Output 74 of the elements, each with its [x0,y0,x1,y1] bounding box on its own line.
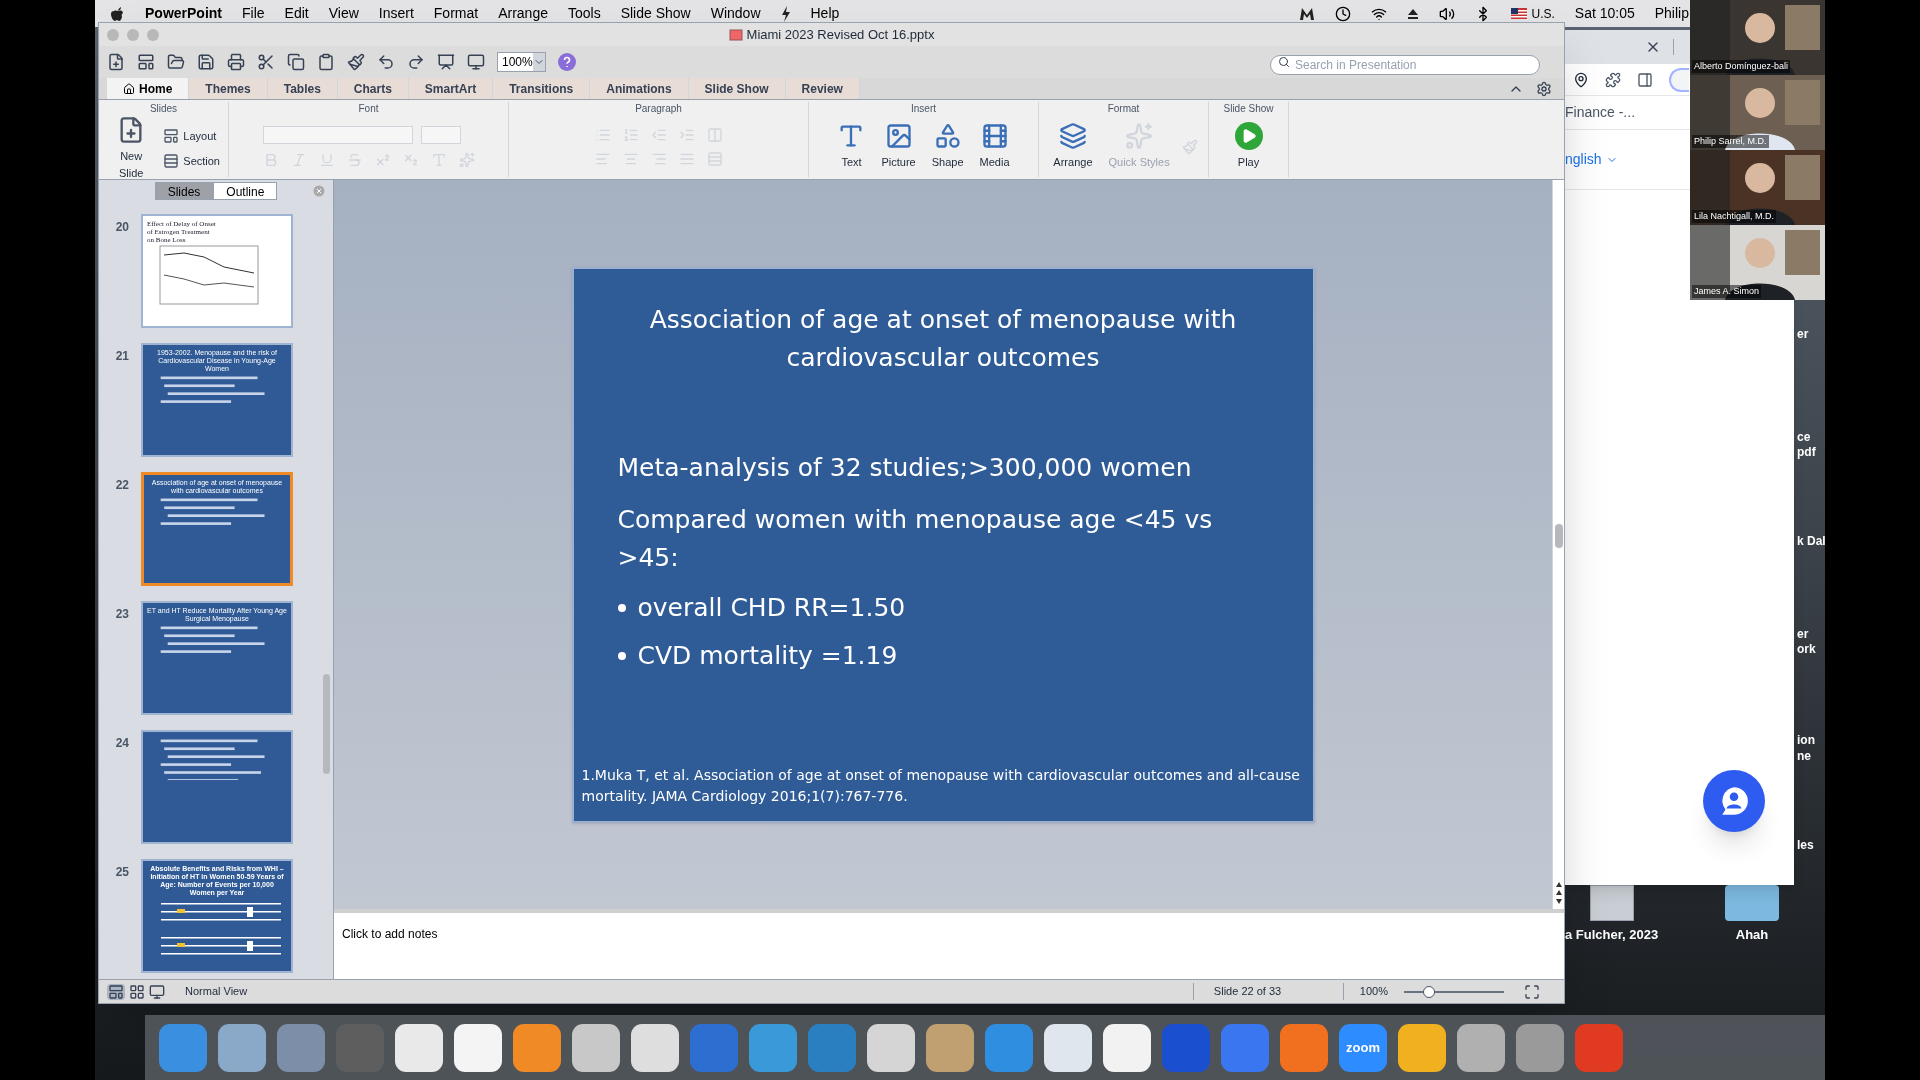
search-field[interactable]: Search in Presentation [1270,55,1540,75]
reference-text: 1.Muka T, et al. Association of age at onset of menopause with cardiovascular outcomes and all-cause mortality. JAMA Cardiology 2016;1(7):767-776. [581,765,1301,806]
menu-item[interactable]: Edit [284,3,309,24]
ribbon-tab[interactable]: Animations [590,78,689,99]
group-title: Insert [911,102,936,116]
desktop-icon-label[interactable]: Ahah [1735,925,1769,945]
menu-item[interactable]: Insert [378,3,414,24]
notes-placeholder[interactable]: Click to add notes [342,927,438,941]
participant-name: Alberto Domínguez-bali [1692,59,1791,73]
menu-item[interactable]: File [242,3,265,24]
group-title: Paragraph [635,102,682,116]
ribbon-tab[interactable]: Charts [337,78,409,99]
slide-count: Slide 22 of 33 [1192,983,1343,1000]
menu-item[interactable]: Window [710,3,761,24]
ribbon-tab[interactable]: Slide Show [688,78,786,99]
group-title: Slide Show [1223,102,1274,116]
menu-item[interactable]: Format [433,3,479,24]
desktop-icon-label[interactable]: ork [1797,640,1816,658]
view-name: Normal View [184,984,248,1000]
desktop-icon-label[interactable]: ce [1797,428,1811,446]
pane-tab[interactable]: Slides [154,182,214,200]
ribbon-tab[interactable]: Review [785,78,860,99]
window-title: Miami 2023 Revised Oct 16.pptx [746,25,935,44]
menu-item[interactable]: Arrange [498,3,548,24]
section-button[interactable]: Section [163,152,220,169]
menu-item[interactable]: Slide Show [620,3,691,24]
ribbon-tab[interactable]: Themes [189,78,268,99]
ribbon-button[interactable]: Media [975,122,1014,171]
menu-item[interactable]: Help [810,3,840,24]
slide-title: Association of age at onset of menopause with cardiovascular outcomes [648,303,1238,374]
desktop-icon-label[interactable]: er [1797,325,1809,343]
layout-button[interactable]: Layout [163,128,220,145]
participant-name: Lila Nachtigall, M.D. [1692,209,1777,223]
menu-clock[interactable]: Sat 10:05 [1574,3,1635,24]
ribbon-button[interactable]: Picture [877,122,920,171]
slide-number: 25 [114,864,129,881]
ribbon-button[interactable]: Arrange [1049,122,1097,171]
desktop-icon-label[interactable]: pdf [1797,443,1816,461]
participant-name: Philip Sarrel, M.D. [1692,134,1769,148]
app-menu[interactable]: PowerPoint [145,3,222,24]
slide-text: Meta-analysis of 32 studies;>300,000 women [617,451,1193,484]
ribbon-tab[interactable]: Home [107,78,190,99]
desktop-icon-label[interactable]: ne [1797,747,1811,765]
group-title: Slides [149,102,178,116]
desktop-icon-label[interactable]: les [1797,836,1814,854]
desktop-icon-label[interactable]: a Fulcher, 2023 [1565,925,1659,945]
group-title: Format [1107,102,1140,116]
bullet-text: overall CHD RR=1.50 [637,591,906,624]
menu-item[interactable]: View [328,3,359,24]
slide-number: 22 [114,477,129,494]
bullet-text: CVD mortality =1.19 [637,639,898,672]
slide-number: 20 [114,219,129,236]
ribbon-button[interactable]: Text [833,122,870,171]
zoom-field[interactable]: 100% [497,52,546,72]
desktop-icon-label[interactable]: ion [1797,731,1815,749]
menu-item[interactable]: Tools [567,3,601,24]
ribbon-button[interactable]: Shape [927,122,968,171]
group-title: Font [358,102,379,116]
pane-tab[interactable]: Outline [213,182,278,200]
participant-name: James A. Simon [1692,284,1762,298]
ribbon-tab[interactable]: Tables [267,78,338,99]
slide-number: 23 [114,606,129,623]
ribbon-tab[interactable]: Transitions [493,78,591,99]
user-name[interactable]: Philip [1654,3,1689,24]
slide-text: Compared women with menopause age <45 vs >45: [617,503,1214,574]
bookmark-item[interactable]: Finance -... [1565,102,1636,123]
desktop-icon-label[interactable]: er [1797,625,1809,643]
slide-number: 24 [114,735,129,752]
language-link[interactable]: nglish [1565,149,1602,170]
input-source[interactable]: U.S. [1531,4,1555,23]
slide-number: 21 [114,348,129,365]
desktop-icon-label[interactable]: k Dal [1797,532,1825,550]
ribbon-tab[interactable]: SmartArt [408,78,494,99]
new-slide-button[interactable]: New Slide [107,116,156,181]
